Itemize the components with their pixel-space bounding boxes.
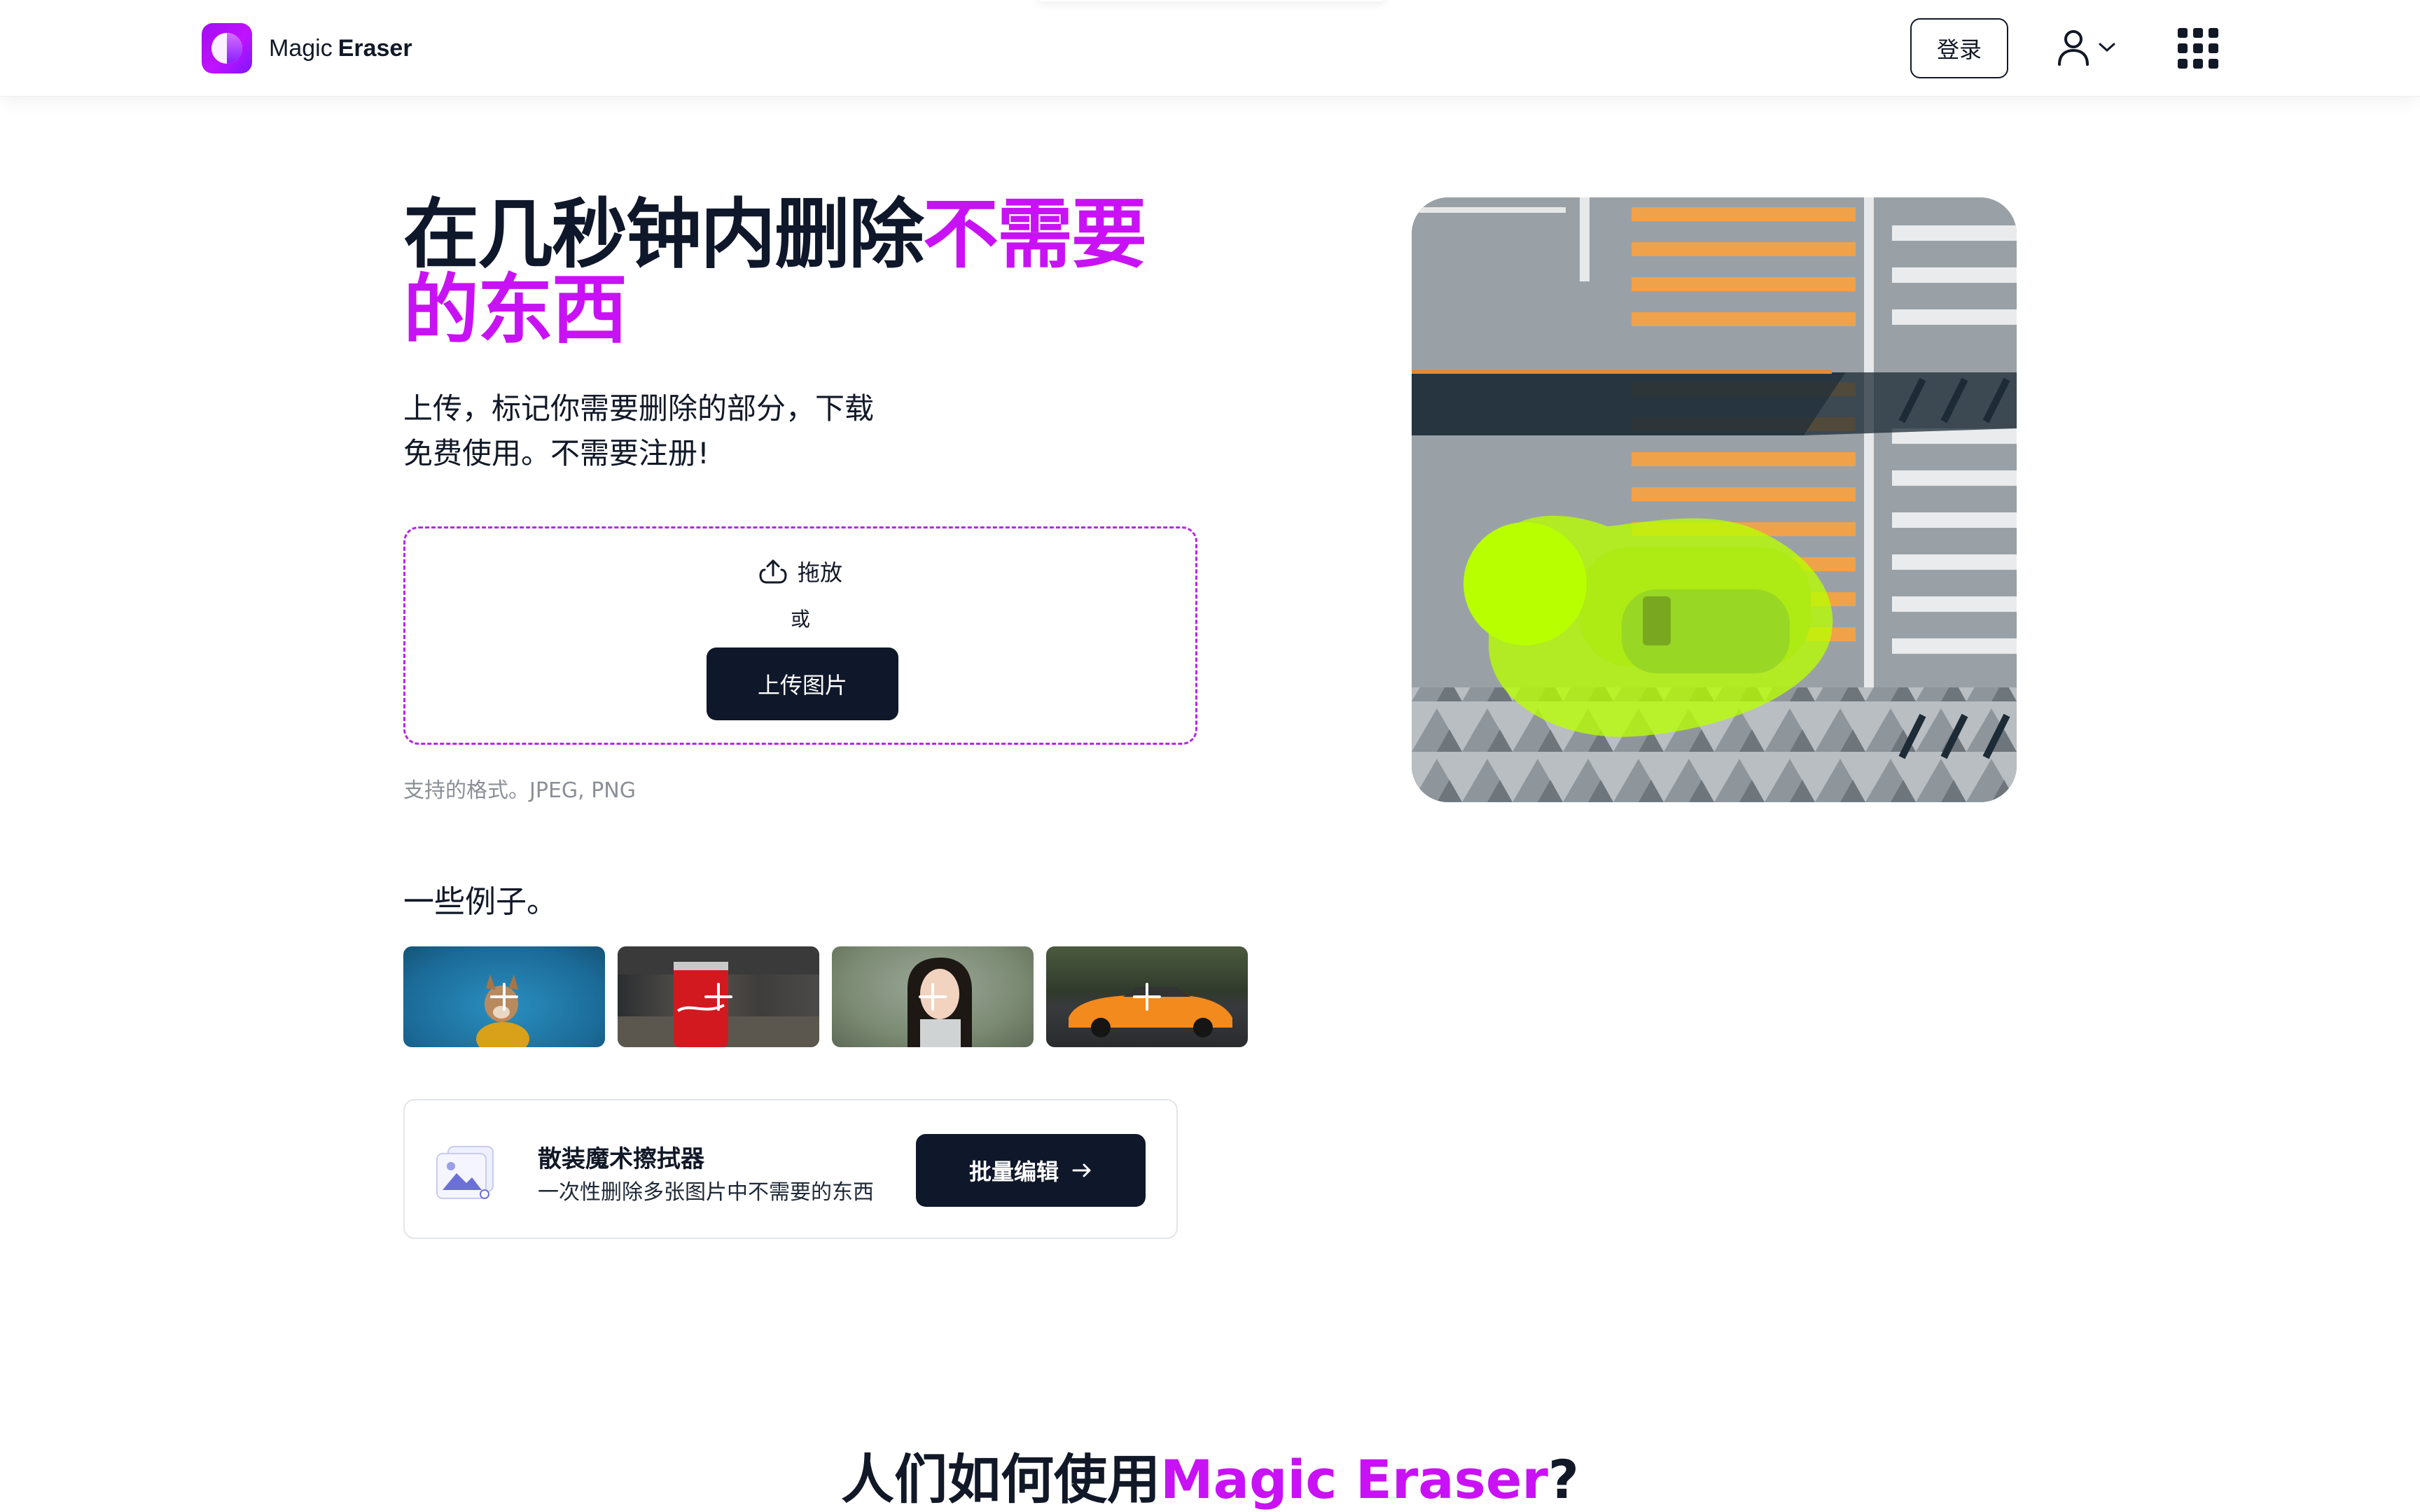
batch-edit-label: 批量编辑	[968, 1158, 1059, 1185]
plus-icon	[1133, 983, 1161, 1011]
drop-row: 拖放	[405, 555, 1195, 587]
how-title-end: ?	[1548, 1448, 1579, 1511]
batch-title: 散装魔术擦拭器	[538, 1145, 704, 1173]
chevron-down-icon	[2099, 43, 2115, 52]
hero-title-accent-2: 的东西	[403, 267, 627, 354]
logo-word-eraser: Eraser	[338, 34, 412, 62]
plus-icon	[490, 983, 518, 1011]
how-people-use-title: 人们如何使用Magic Eraser?	[0, 1436, 2420, 1512]
example-dog[interactable]	[403, 946, 605, 1047]
page: Magic Eraser 登录 在几秒钟内删除不需要 的东西 上传，标记你需要删…	[0, 0, 2420, 1512]
hero-title: 在几秒钟内删除不需要 的东西	[403, 197, 1244, 349]
drop-label: 拖放	[797, 559, 842, 586]
batch-description: 一次性删除多张图片中不需要的东西	[538, 1180, 874, 1205]
logo-icon	[202, 23, 252, 74]
example-cola[interactable]	[618, 946, 819, 1047]
hero-subtitle-line2: 免费使用。不需要注册!	[403, 436, 709, 470]
user-menu[interactable]	[2056, 28, 2116, 66]
hero-demo-image	[1412, 197, 2017, 802]
hero-subtitle-line1: 上传，标记你需要删除的部分，下载	[403, 391, 875, 426]
image-stack-icon	[436, 1146, 494, 1199]
upload-image-button[interactable]: 上传图片	[707, 648, 898, 720]
hero-subtitle: 上传，标记你需要删除的部分，下载 免费使用。不需要注册!	[403, 386, 1006, 476]
hero-title-dark: 在几秒钟内删除	[403, 191, 924, 279]
hero-title-accent-1: 不需要	[923, 191, 1147, 279]
batch-edit-button[interactable]: 批量编辑	[916, 1134, 1146, 1207]
logo[interactable]: Magic Eraser	[202, 23, 412, 74]
crosswalk-illustration	[1412, 197, 2017, 802]
apps-grid-icon[interactable]	[2178, 28, 2218, 69]
upload-cloud-icon	[759, 559, 787, 584]
logo-word-magic: Magic	[269, 34, 333, 62]
arrow-right-icon	[1072, 1163, 1091, 1177]
user-icon	[2058, 30, 2089, 66]
examples-list	[403, 946, 1248, 1047]
how-title-dark: 人们如何使用	[841, 1448, 1161, 1511]
top-header: Magic Eraser 登录	[0, 0, 2420, 97]
or-label: 或	[790, 608, 810, 631]
login-button[interactable]: 登录	[1910, 18, 2008, 78]
batch-eraser-card: 散装魔术擦拭器 一次性删除多张图片中不需要的东西 批量编辑	[403, 1099, 1178, 1239]
supported-formats: 支持的格式。JPEG, PNG	[403, 778, 636, 803]
plus-icon	[704, 983, 732, 1011]
example-woman[interactable]	[832, 946, 1034, 1047]
upload-dropzone[interactable]: 拖放 或 上传图片	[403, 526, 1197, 745]
examples-title: 一些例子。	[403, 884, 557, 920]
header-decoration	[1036, 0, 1386, 1]
logo-text: Magic Eraser	[269, 35, 412, 62]
plus-icon	[919, 983, 947, 1011]
how-title-accent: Magic Eraser	[1160, 1448, 1548, 1511]
example-car[interactable]	[1046, 946, 1248, 1047]
